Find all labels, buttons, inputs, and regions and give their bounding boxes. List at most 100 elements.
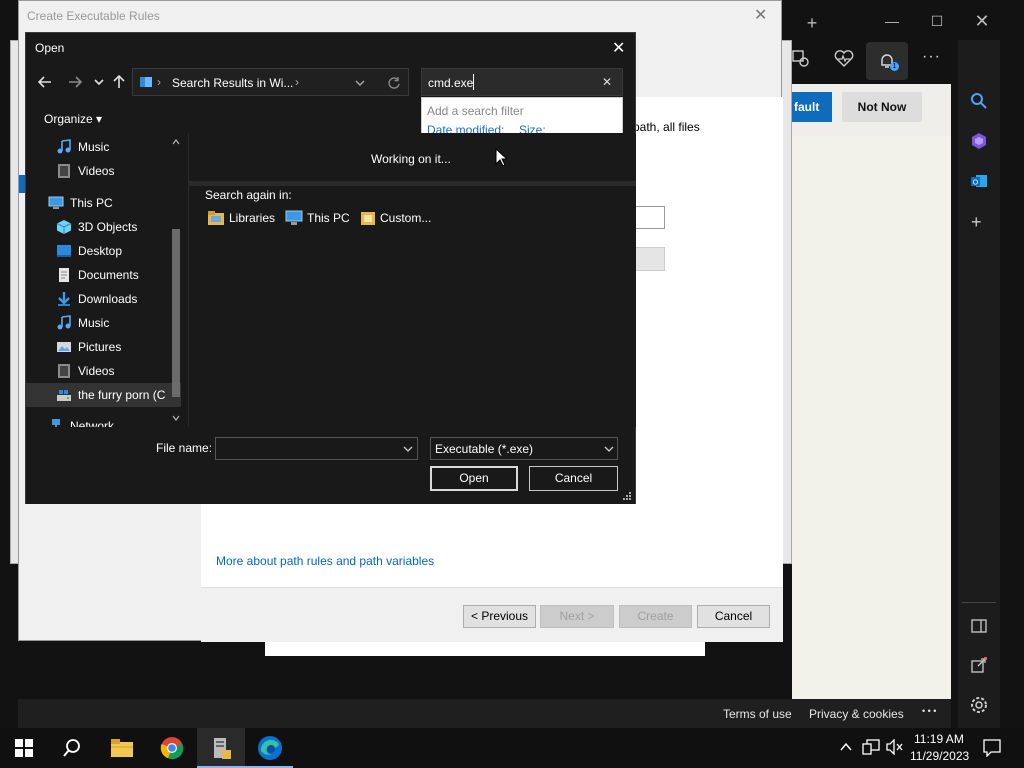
cancel-button[interactable]: Cancel [529,466,618,491]
nav-item-videos[interactable]: Videos [26,359,181,383]
nav-item-label: Pictures [78,340,122,354]
nav-item-pictures[interactable]: Pictures [26,335,181,359]
chrome-icon[interactable] [148,728,196,768]
search-libraries-link[interactable]: Libraries [207,210,275,226]
new-tab-icon[interactable]: + [797,8,827,38]
outlook-icon[interactable]: O [970,172,988,190]
maximize-icon[interactable]: ☐ [922,6,952,36]
notification-center-icon[interactable] [983,739,1001,757]
organize-menu[interactable]: Organize ▾ [44,112,102,126]
nav-item-documents[interactable]: Documents [26,263,181,287]
nav-item-label: Videos [78,164,115,178]
filter-header: Add a search filter [427,104,524,118]
open-external-icon[interactable] [971,657,987,673]
search-custom-link[interactable]: Custom... [360,210,431,226]
privacy-link[interactable]: Privacy & cookies [809,707,904,721]
custom-folder-icon [361,212,375,225]
search-value[interactable]: cmd.exe [428,76,473,90]
wizard-close-icon[interactable]: ✕ [754,5,767,25]
start-icon[interactable] [0,728,48,768]
health-icon[interactable] [834,50,854,68]
network-status-icon[interactable] [862,739,880,755]
videos-icon [58,364,70,378]
address-bar[interactable]: › Search Results in Wi... › [132,68,409,96]
notification-badge: 1 [890,62,899,71]
next-button[interactable]: Next > [540,605,614,628]
scroll-up-icon[interactable] [172,139,180,145]
volume-muted-icon[interactable] [886,739,904,755]
split-screen-icon[interactable] [971,618,987,634]
server-manager-icon[interactable] [197,728,245,768]
edge-icon[interactable] [246,728,294,768]
nav-item-label: the furry porn (C [78,388,166,402]
sidebar-settings-icon[interactable] [970,696,988,714]
search-icon[interactable] [970,92,988,110]
mouse-cursor-icon [495,148,507,167]
scrollbar-thumb[interactable] [172,229,180,397]
clock-date[interactable]: 11/29/2023 [910,749,969,763]
previous-button[interactable]: < Previous [463,605,536,628]
path-rules-help-link[interactable]: More about path rules and path variables [216,554,434,568]
file-name-dropdown-icon[interactable] [403,446,413,453]
create-button[interactable]: Create [619,605,692,628]
path-input[interactable] [631,206,665,229]
nav-item-the-furry-porn-c[interactable]: the furry porn (C [26,383,181,407]
drive-icon [57,390,71,401]
browse-button[interactable] [631,247,665,271]
nav-item-desktop[interactable]: Desktop [26,239,181,263]
nav-item-music[interactable]: Music [26,311,181,335]
show-hidden-icons-icon[interactable] [840,742,852,752]
scroll-down-icon[interactable] [172,415,180,421]
nav-item-label: Music [78,316,110,330]
dialog-close-icon[interactable]: ✕ [612,38,625,58]
address-text[interactable]: Search Results in Wi... [172,76,293,90]
not-now-button[interactable]: Not Now [842,92,922,122]
set-default-button[interactable]: fault [792,92,832,122]
settings-more-icon[interactable]: ··· [922,48,941,66]
edge-footer: Terms of use Privacy & cookies • • • [18,699,951,728]
search-this-pc-link[interactable]: This PC [285,210,350,226]
forward-arrow-icon[interactable] [64,71,86,93]
svg-text:O: O [973,180,979,187]
extensions-icon[interactable] [790,48,810,68]
file-type-select[interactable]: Executable (*.exe) [430,437,618,460]
address-dropdown-icon[interactable] [355,79,365,87]
results-header-divider [189,181,636,186]
navigation-scrollbar[interactable] [169,133,183,427]
custom-label: Custom... [380,211,432,225]
search-results-pane: Working on it... Search again in: Librar… [188,133,636,427]
nav-item-network[interactable]: Network [26,414,181,427]
libraries-icon [208,211,224,225]
refresh-icon[interactable] [387,76,401,90]
breadcrumb-chevron-icon[interactable]: › [295,75,299,89]
back-arrow-icon[interactable] [34,71,56,93]
footer-more-icon[interactable]: • • • [922,706,936,716]
search-clear-icon[interactable]: ✕ [602,75,612,89]
nav-item-music[interactable]: Music [26,135,181,159]
nav-item-this-pc[interactable]: This PC [26,191,181,215]
add-sidebar-app-icon[interactable]: + [971,212,982,233]
recent-locations-chevron-icon[interactable] [88,71,110,93]
nav-item-label: Music [78,140,110,154]
minimize-icon[interactable]: — [877,6,907,36]
file-type-dropdown-icon[interactable] [604,446,614,453]
file-name-input[interactable] [215,437,418,460]
search-input[interactable]: cmd.exe ✕ [421,68,623,96]
nav-item-3d-objects[interactable]: 3D Objects [26,215,181,239]
up-arrow-icon[interactable] [108,71,130,93]
nav-item-videos[interactable]: Videos [26,159,181,183]
notifications-button[interactable]: 1 [866,42,908,80]
nav-item-downloads[interactable]: Downloads [26,287,181,311]
wizard-cancel-button[interactable]: Cancel [697,605,770,628]
search-icon[interactable] [48,728,96,768]
dialog-bottom-bar: File name: Executable (*.exe) Open Cance… [26,427,635,504]
terms-link[interactable]: Terms of use [723,707,792,721]
clock-time[interactable]: 11:19 AM [914,732,964,746]
shopping-icon[interactable] [970,132,988,150]
edge-sidebar: O + [958,40,1000,728]
file-explorer-icon[interactable] [98,728,146,768]
documents-icon [59,268,69,282]
open-button[interactable]: Open [430,466,518,491]
resize-grip-icon[interactable] [622,491,632,501]
close-window-icon[interactable]: ✕ [967,6,997,36]
